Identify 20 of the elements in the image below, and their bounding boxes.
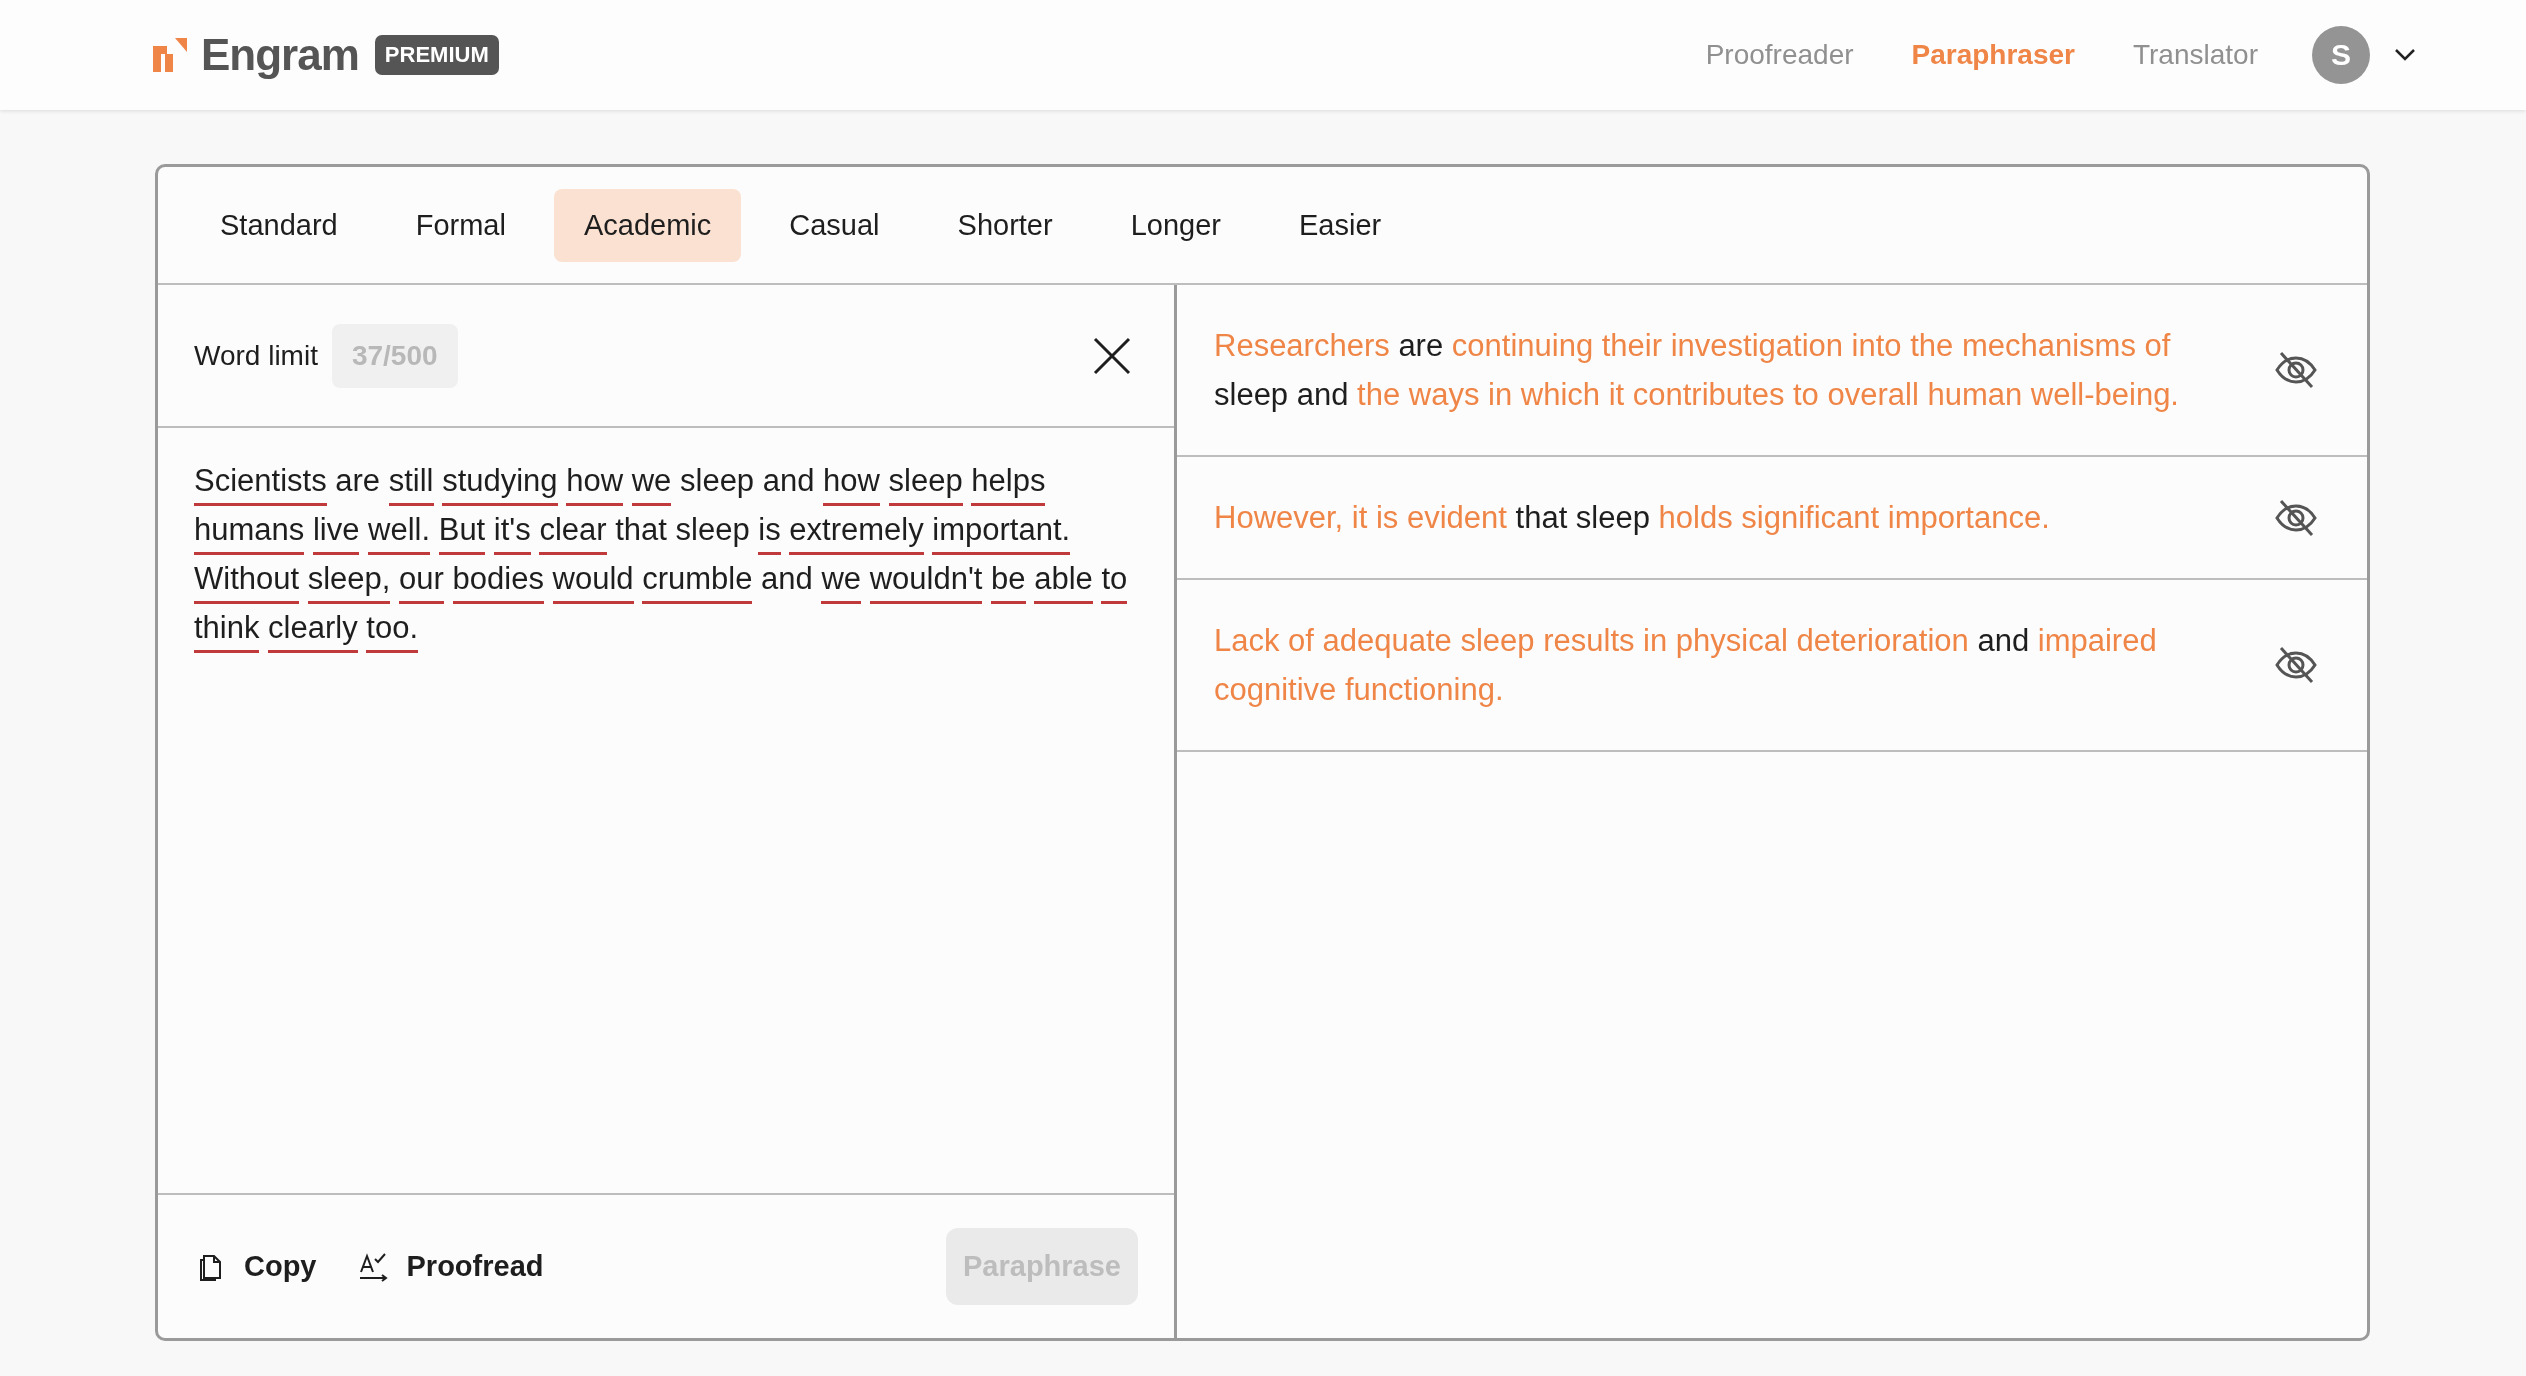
- mode-tab[interactable]: Academic: [553, 188, 742, 262]
- paraphrased-sentence[interactable]: Lack of adequate sleep results in physical deterioration and impaired cognitive functioning.: [1214, 616, 2243, 714]
- logo-icon: [153, 38, 187, 72]
- paraphrased-sentence[interactable]: However, it is evident that sleep holds significant importance.: [1214, 493, 2243, 542]
- premium-badge: PREMIUM: [374, 35, 499, 75]
- mode-tab[interactable]: Longer: [1100, 188, 1251, 262]
- proofread-button[interactable]: Proofread: [356, 1249, 544, 1284]
- mode-tab[interactable]: Standard: [190, 188, 368, 262]
- chevron-down-icon[interactable]: [2394, 48, 2416, 62]
- brand-name: Engram: [201, 30, 359, 80]
- input-text[interactable]: Scientists are still studying how we sleep and how sleep helps humans live well. But it's clear that sleep is extremely important. Without sleep, our bodies would crumble and we wouldn't be able to think clearly too.: [158, 428, 1174, 1193]
- close-icon[interactable]: [1092, 335, 1132, 376]
- paraphrased-sentence[interactable]: Researchers are continuing their investigation into the mechanisms of sleep and the ways in which it contributes to overall human well-being.: [1214, 321, 2243, 419]
- mode-tab[interactable]: Casual: [759, 188, 910, 262]
- copy-button[interactable]: Copy: [194, 1249, 317, 1284]
- mode-tab[interactable]: Formal: [385, 188, 536, 262]
- mode-tab[interactable]: Easier: [1268, 188, 1412, 262]
- mode-tab[interactable]: Shorter: [927, 188, 1083, 262]
- word-count: 37/500: [331, 323, 458, 388]
- word-limit-label: Word limit: [194, 339, 318, 372]
